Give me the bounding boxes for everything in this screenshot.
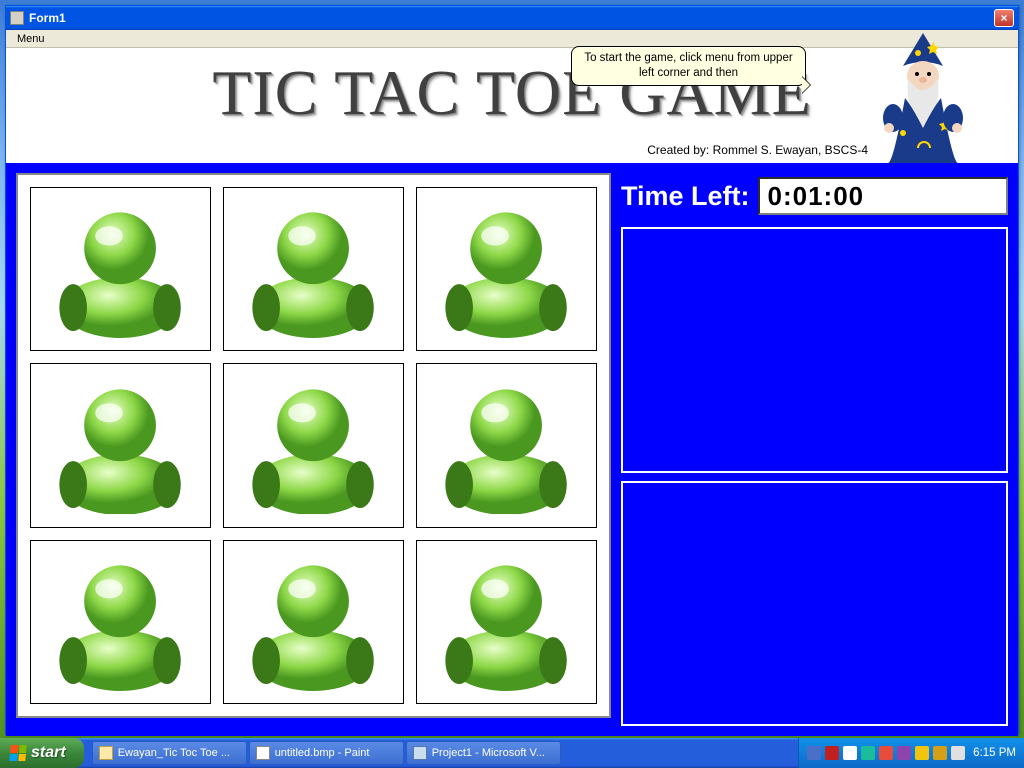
task-label-1: untitled.bmp - Paint [275,747,370,759]
info-box-2 [621,481,1008,727]
wizard-icon [873,28,973,163]
tray-icon-3[interactable] [861,746,875,760]
game-area: Time Left: 0:01:00 [6,163,1018,736]
tray-icon-8[interactable] [951,746,965,760]
start-label: start [31,744,66,762]
titlebar[interactable]: Form1 × [6,6,1018,30]
grid-cell-2[interactable] [416,187,597,351]
menu-item-menu[interactable]: Menu [10,32,52,46]
timer-value: 0:01:00 [758,177,1008,215]
timer-label: Time Left: [621,181,750,212]
task-button-1[interactable]: untitled.bmp - Paint [249,741,404,765]
windows-logo-icon [9,745,26,761]
grid-cell-5[interactable] [416,363,597,527]
start-button[interactable]: start [0,738,84,768]
taskbar-clock[interactable]: 6:15 PM [973,747,1016,759]
taskbar: start Ewayan_Tic Toc Toe ... untitled.bm… [0,738,1024,768]
tray-icon-7[interactable] [933,746,947,760]
grid-cell-0[interactable] [30,187,211,351]
info-box-1 [621,227,1008,473]
timer-row: Time Left: 0:01:00 [621,173,1008,219]
task-label-0: Ewayan_Tic Toc Toe ... [118,747,230,759]
grid-cell-4[interactable] [223,363,404,527]
folder-icon [99,746,113,760]
menubar: Menu [6,30,1018,48]
tray-icon-0[interactable] [807,746,821,760]
grid-cell-3[interactable] [30,363,211,527]
task-button-2[interactable]: Project1 - Microsoft V... [406,741,561,765]
vb-icon [413,746,427,760]
app-window: Form1 × Menu To start the game, click me… [5,5,1019,735]
credit-text: Created by: Rommel S. Ewayan, BSCS-4 [647,143,868,157]
app-icon [10,11,24,25]
tray-icon-6[interactable] [915,746,929,760]
tic-tac-toe-grid [16,173,611,718]
side-panel: Time Left: 0:01:00 [621,173,1008,726]
task-button-0[interactable]: Ewayan_Tic Toc Toe ... [92,741,247,765]
task-buttons: Ewayan_Tic Toc Toe ... untitled.bmp - Pa… [84,741,798,765]
grid-cell-6[interactable] [30,540,211,704]
grid-cell-8[interactable] [416,540,597,704]
tray-icon-2[interactable] [843,746,857,760]
header-area: To start the game, click menu from upper… [6,48,1018,163]
desktop: Form1 × Menu To start the game, click me… [0,0,1024,768]
tray-icon-5[interactable] [897,746,911,760]
grid-cell-1[interactable] [223,187,404,351]
grid-cell-7[interactable] [223,540,404,704]
paint-icon [256,746,270,760]
tray-icon-1[interactable] [825,746,839,760]
task-label-2: Project1 - Microsoft V... [432,747,545,759]
tray-icon-4[interactable] [879,746,893,760]
assistant-tooltip: To start the game, click menu from upper… [571,46,806,86]
window-title: Form1 [29,11,994,25]
system-tray[interactable]: 6:15 PM [798,738,1024,768]
close-button[interactable]: × [994,9,1014,27]
